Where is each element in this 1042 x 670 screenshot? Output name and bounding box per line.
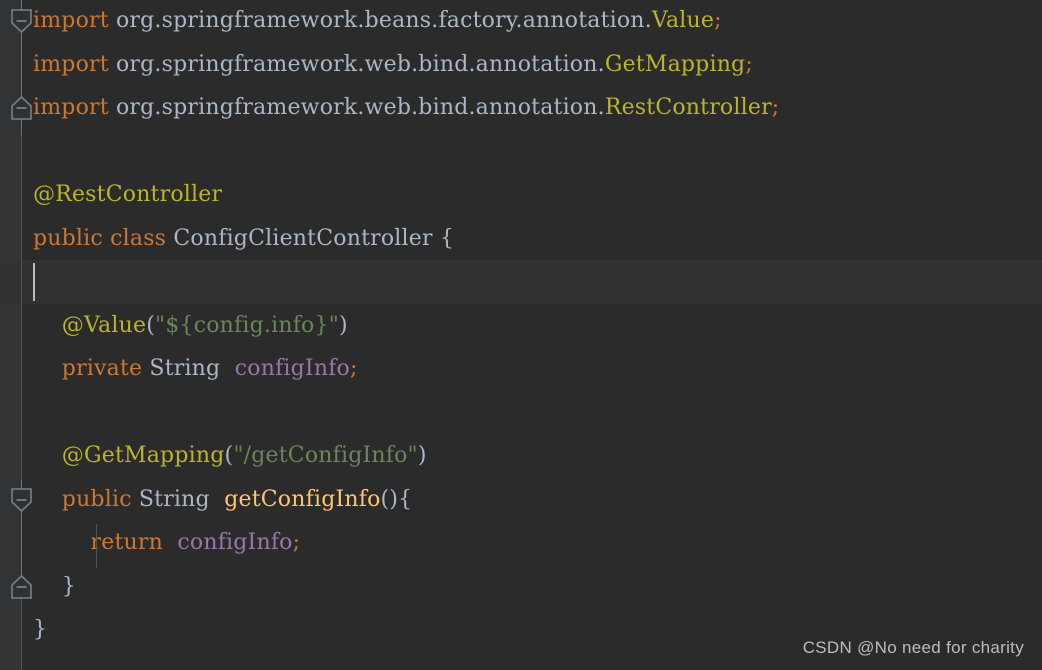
code-token: import [33, 8, 109, 33]
code-line[interactable] [0, 391, 1042, 435]
code-token: public class [33, 225, 174, 251]
code-token: @RestController [33, 182, 223, 207]
code-text-area[interactable]: import org.springframework.beans.factory… [0, 0, 1042, 669]
code-line[interactable]: @GetMapping("/getConfigInfo") [0, 434, 1042, 478]
code-token: String [149, 356, 235, 381]
code-token: GetMapping [604, 51, 746, 77]
code-token: org.springframework.beans.factory.annota… [108, 8, 652, 33]
code-token: ; [771, 95, 780, 120]
code-token: ( [146, 312, 155, 338]
code-line[interactable]: import org.springframework.beans.factory… [0, 0, 1042, 43]
code-line[interactable]: public String getConfigInfo(){ [0, 478, 1042, 522]
fold-marker-imports-start[interactable] [8, 7, 35, 34]
code-token: { [439, 225, 455, 251]
code-line[interactable] [0, 130, 1042, 174]
code-token: public [61, 486, 139, 512]
watermark-text: CSDN @No need for charity [802, 638, 1024, 657]
fold-pentagon-icon [11, 96, 32, 121]
code-line[interactable]: @Value("${config.info}") [0, 304, 1042, 348]
code-token: ; [745, 51, 753, 77]
code-token: import [33, 51, 109, 77]
code-token: return [90, 530, 171, 555]
indent-guide-method-body [96, 524, 97, 568]
code-line[interactable]: @RestController [0, 173, 1042, 217]
code-token: "/getConfigInfo" [233, 443, 418, 468]
code-token: import [33, 95, 109, 120]
fold-marker-imports-end[interactable] [8, 94, 35, 121]
code-line[interactable] [0, 260, 1042, 304]
code-line[interactable]: import org.springframework.web.bind.anno… [0, 43, 1042, 87]
code-token: String [138, 486, 225, 512]
code-token: org.springframework.web.bind.annotation. [108, 51, 605, 77]
code-token: ConfigClientController [173, 225, 440, 251]
text-caret [33, 263, 35, 301]
code-token: getConfigInfo [224, 486, 381, 512]
fold-pentagon-icon [11, 9, 32, 34]
code-token: { [398, 486, 413, 512]
code-line[interactable]: import org.springframework.web.bind.anno… [0, 86, 1042, 130]
code-token: ; [349, 356, 358, 381]
code-token: private [61, 356, 150, 381]
code-line[interactable]: public class ConfigClientController { [0, 217, 1042, 261]
fold-pentagon-icon [11, 574, 32, 599]
code-token: configInfo [170, 530, 293, 555]
code-token: ) [417, 443, 427, 468]
code-token: ; [292, 530, 301, 555]
code-token: @Value [61, 312, 147, 338]
code-token: } [61, 573, 76, 599]
code-token: @GetMapping [61, 443, 225, 468]
fold-pentagon-icon [11, 487, 32, 512]
code-token: } [33, 617, 48, 642]
code-line[interactable]: private String configInfo; [0, 347, 1042, 391]
fold-marker-method-start[interactable] [8, 486, 35, 513]
code-token: configInfo [234, 356, 350, 381]
code-token: ; [714, 8, 722, 33]
code-token: org.springframework.web.bind.annotation. [108, 95, 605, 120]
code-token: () [380, 486, 399, 512]
code-token: RestController [604, 95, 772, 120]
code-line[interactable]: } [0, 565, 1042, 609]
code-token: ) [339, 312, 348, 338]
code-token: ( [224, 443, 234, 468]
code-editor[interactable]: import org.springframework.beans.factory… [0, 0, 1042, 670]
code-token: "${config.info}" [155, 312, 340, 338]
code-line[interactable]: return configInfo; [0, 521, 1042, 565]
fold-marker-method-end[interactable] [8, 573, 35, 600]
code-token: Value [651, 8, 715, 33]
